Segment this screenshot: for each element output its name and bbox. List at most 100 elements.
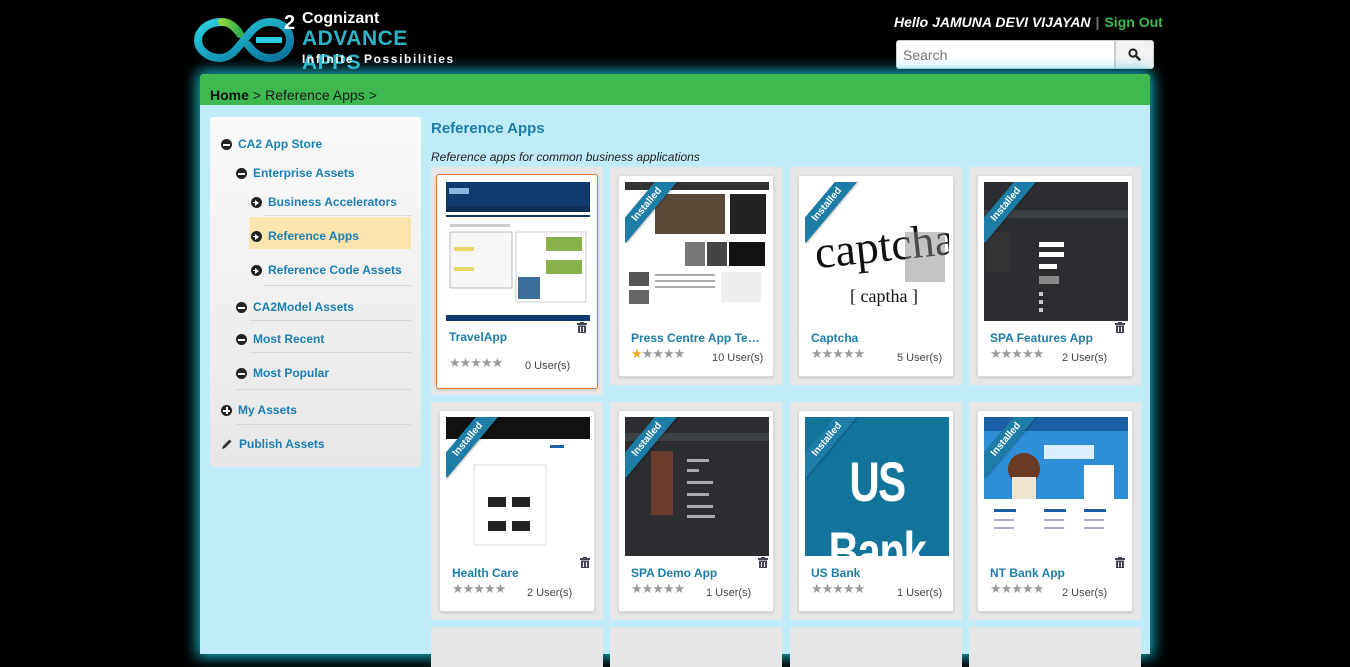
star-rating[interactable]: ★★★★★ — [631, 581, 685, 597]
app-name[interactable]: TravelApp — [449, 330, 587, 344]
search-box — [896, 40, 1154, 69]
app-thumbnail[interactable]: captcha [ captha ] Installed — [805, 182, 949, 321]
user-greeting-bar: Hello JAMUNA DEVI VIJAYAN | Sign Out — [894, 14, 1163, 30]
sidebar-item-business-accelerators[interactable]: Business Accelerators — [251, 195, 397, 209]
sidebar-item-publish-assets[interactable]: Publish Assets — [221, 437, 325, 451]
trash-icon[interactable] — [580, 557, 590, 568]
greeting-text: Hello JAMUNA DEVI VIJAYAN — [894, 14, 1091, 30]
app-card-nt-bank[interactable]: Installed NT Bank App ★★★★★ 2 User(s) — [969, 402, 1141, 620]
ca2-logo-icon — [194, 17, 294, 63]
app-thumbnail[interactable]: Installed — [625, 417, 769, 556]
divider — [250, 352, 411, 353]
star-rating[interactable]: ★★★★★ — [452, 581, 506, 597]
star-rating[interactable]: ★★★★★ — [811, 346, 865, 362]
breadcrumb-home-link[interactable]: Home — [210, 87, 249, 103]
separator: | — [1095, 14, 1100, 30]
app-card-captcha[interactable]: captcha [ captha ] Installed Captcha ★★★… — [790, 167, 962, 385]
app-card-inner: Installed Health Care ★★★★★ 2 User(s) — [439, 410, 595, 612]
app-thumbnail[interactable] — [446, 182, 590, 321]
user-count: 0 User(s) — [525, 360, 571, 372]
search-icon — [1128, 48, 1141, 61]
breadcrumb: Home > Reference Apps > — [200, 74, 1150, 105]
sidebar-item-ca2model-assets[interactable]: CA2Model Assets — [236, 300, 354, 314]
arrow-circle-icon — [251, 230, 262, 242]
star-rating[interactable]: ★★★★★ — [631, 346, 685, 362]
app-card-spa-demo[interactable]: Installed SPA Demo App ★★★★★ 1 User(s) — [610, 402, 782, 620]
star-rating[interactable]: ★★★★★ — [811, 581, 865, 597]
logo-company: Cognizant — [302, 10, 380, 27]
trash-icon[interactable] — [577, 322, 587, 333]
minus-circle-icon — [236, 367, 247, 379]
app-card-inner: Installed NT Bank App ★★★★★ 2 User(s) — [977, 410, 1133, 612]
sidebar-item-reference-apps[interactable]: Reference Apps — [251, 229, 359, 243]
sidebar-item-label: Publish Assets — [239, 437, 325, 451]
logo-tagline: Infinite Possibilities — [302, 52, 455, 66]
sidebar-item-label: Most Popular — [253, 366, 330, 380]
app-name[interactable]: Health Care — [452, 566, 590, 580]
app-card-travelapp[interactable]: TravelApp ★★★★★ 0 User(s) — [431, 167, 603, 395]
trash-icon[interactable] — [1115, 557, 1125, 568]
sidebar-item-label: CA2Model Assets — [253, 300, 354, 314]
user-count: 2 User(s) — [527, 587, 573, 599]
star-rating[interactable]: ★★★★★ — [990, 581, 1044, 597]
app-thumbnail[interactable]: US Bank Installed — [805, 417, 949, 556]
app-thumbnail[interactable]: Installed — [984, 417, 1128, 556]
app-card-partial[interactable] — [790, 627, 962, 667]
breadcrumb-separator: > — [368, 87, 377, 103]
breadcrumb-current[interactable]: Reference Apps — [265, 87, 365, 103]
app-thumbnail[interactable]: Installed — [625, 182, 769, 321]
app-card-partial[interactable] — [431, 627, 603, 667]
logo[interactable]: 2 Cognizant ADVANCE APPS Infinite Possib… — [194, 8, 455, 74]
sidebar-item-my-assets[interactable]: My Assets — [221, 403, 297, 417]
app-name[interactable]: US Bank — [811, 566, 949, 580]
sidebar-item-ca2-app-store[interactable]: CA2 App Store — [221, 137, 322, 151]
app-thumbnail[interactable]: Installed — [446, 417, 590, 556]
app-thumbnail[interactable]: Installed — [984, 182, 1128, 321]
sidebar-item-label: My Assets — [238, 403, 297, 417]
sidebar-nav: CA2 App Store Enterprise Assets Business… — [210, 117, 421, 467]
app-name[interactable]: NT Bank App — [990, 566, 1128, 580]
arrow-circle-icon — [251, 196, 262, 208]
app-card-partial[interactable] — [969, 627, 1141, 667]
app-card-press-centre[interactable]: Installed Press Centre App Template ★★★★… — [610, 167, 782, 385]
sidebar-item-most-recent[interactable]: Most Recent — [236, 332, 324, 346]
sidebar-item-label: Business Accelerators — [268, 195, 397, 209]
divider — [264, 215, 411, 216]
page-title: Reference Apps — [431, 120, 545, 137]
divider — [264, 285, 411, 286]
trash-icon[interactable] — [758, 557, 768, 568]
breadcrumb-separator: > — [252, 87, 262, 103]
app-name[interactable]: SPA Features App — [990, 331, 1128, 345]
sidebar-item-reference-code-assets[interactable]: Reference Code Assets — [251, 263, 402, 277]
trash-icon[interactable] — [1115, 322, 1125, 333]
app-name[interactable]: Press Centre App Template — [631, 331, 769, 345]
sidebar-item-label: CA2 App Store — [238, 137, 323, 151]
app-card-inner: Installed SPA Features App ★★★★★ 2 User(… — [977, 175, 1133, 377]
sidebar-item-label: Most Recent — [253, 332, 325, 346]
app-card-health-care[interactable]: Installed Health Care ★★★★★ 2 User(s) — [431, 402, 603, 620]
user-count: 2 User(s) — [1062, 587, 1108, 599]
app-card-partial[interactable] — [610, 627, 782, 667]
sign-out-link[interactable]: Sign Out — [1104, 14, 1162, 30]
star-rating[interactable]: ★★★★★ — [990, 346, 1044, 362]
app-name[interactable]: Captcha — [811, 331, 949, 345]
app-card-inner: TravelApp ★★★★★ 0 User(s) — [436, 174, 598, 389]
app-card-inner: Installed Press Centre App Template ★★★★… — [618, 175, 774, 377]
sidebar-item-most-popular[interactable]: Most Popular — [236, 366, 329, 380]
search-button[interactable] — [1115, 40, 1154, 69]
travelapp-screenshot-image — [446, 182, 590, 321]
star-rating[interactable]: ★★★★★ — [449, 355, 503, 371]
app-name[interactable]: SPA Demo App — [631, 566, 769, 580]
search-input[interactable] — [896, 40, 1115, 69]
arrow-circle-icon — [251, 264, 262, 276]
app-card-us-bank[interactable]: US Bank Installed US Bank ★★★★★ 1 User(s… — [790, 402, 962, 620]
app-card-inner: Installed SPA Demo App ★★★★★ 1 User(s) — [618, 410, 774, 612]
logo-superscript: 2 — [284, 12, 296, 34]
minus-circle-icon — [236, 301, 247, 313]
user-count: 2 User(s) — [1062, 352, 1108, 364]
app-card-spa-features[interactable]: Installed SPA Features App ★★★★★ 2 User(… — [969, 167, 1141, 385]
minus-circle-icon — [236, 333, 247, 345]
divider — [250, 320, 411, 321]
sidebar-item-enterprise-assets[interactable]: Enterprise Assets — [236, 166, 355, 180]
user-count: 1 User(s) — [897, 587, 943, 599]
